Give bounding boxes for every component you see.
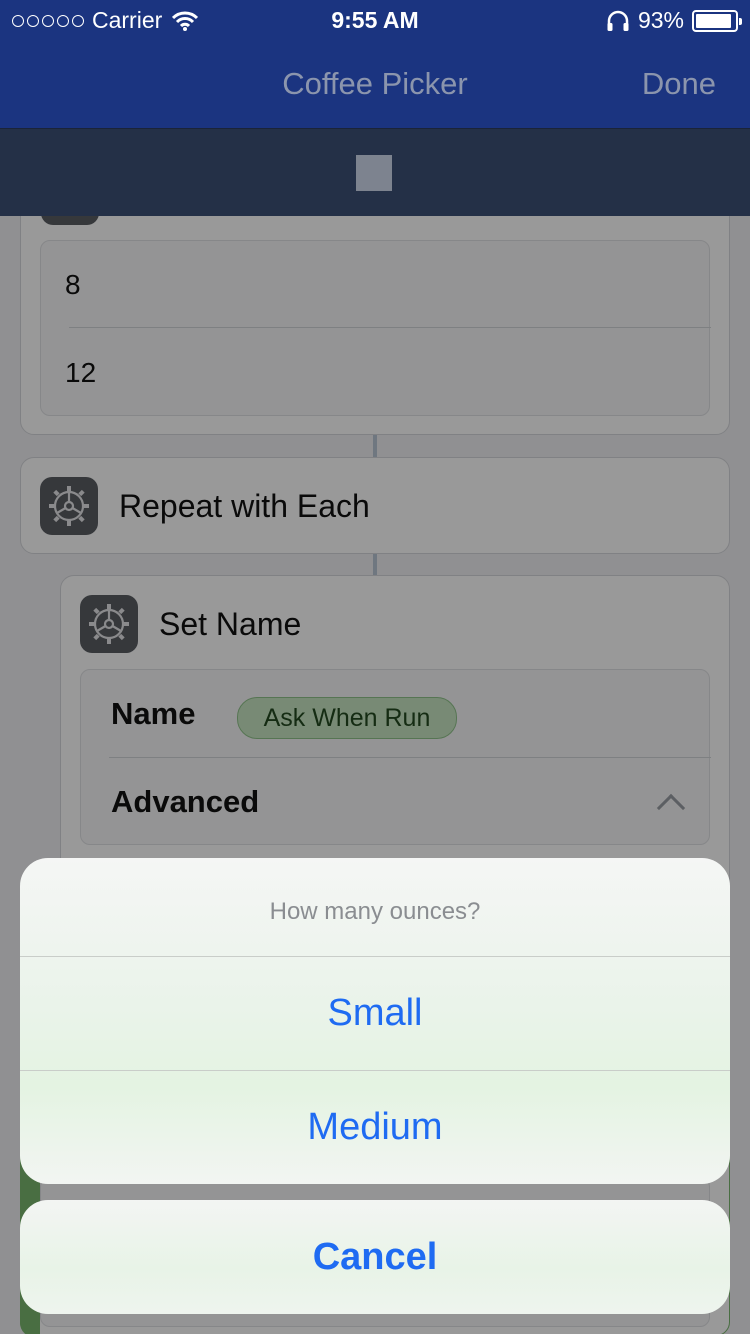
option-medium-button[interactable]: Medium bbox=[20, 1071, 730, 1183]
navigation-bar: Coffee Picker Done bbox=[0, 40, 750, 128]
cancel-button[interactable]: Cancel bbox=[20, 1200, 730, 1314]
run-toolbar bbox=[0, 128, 750, 216]
headphones-icon bbox=[607, 10, 629, 31]
action-sheet: How many ounces? Small Medium bbox=[20, 858, 730, 1184]
status-bar: Carrier 9:55 AM 93% bbox=[0, 0, 750, 40]
battery-percent: 93% bbox=[637, 7, 684, 33]
status-right: 93% bbox=[606, 7, 742, 34]
option-small-button[interactable]: Small bbox=[20, 957, 730, 1069]
done-button[interactable]: Done bbox=[642, 66, 716, 102]
battery-icon bbox=[692, 9, 742, 32]
nav-title: Coffee Picker bbox=[282, 66, 468, 101]
battery-level bbox=[696, 13, 732, 28]
action-sheet-title: How many ounces? bbox=[269, 898, 481, 925]
stop-button[interactable] bbox=[356, 155, 392, 191]
